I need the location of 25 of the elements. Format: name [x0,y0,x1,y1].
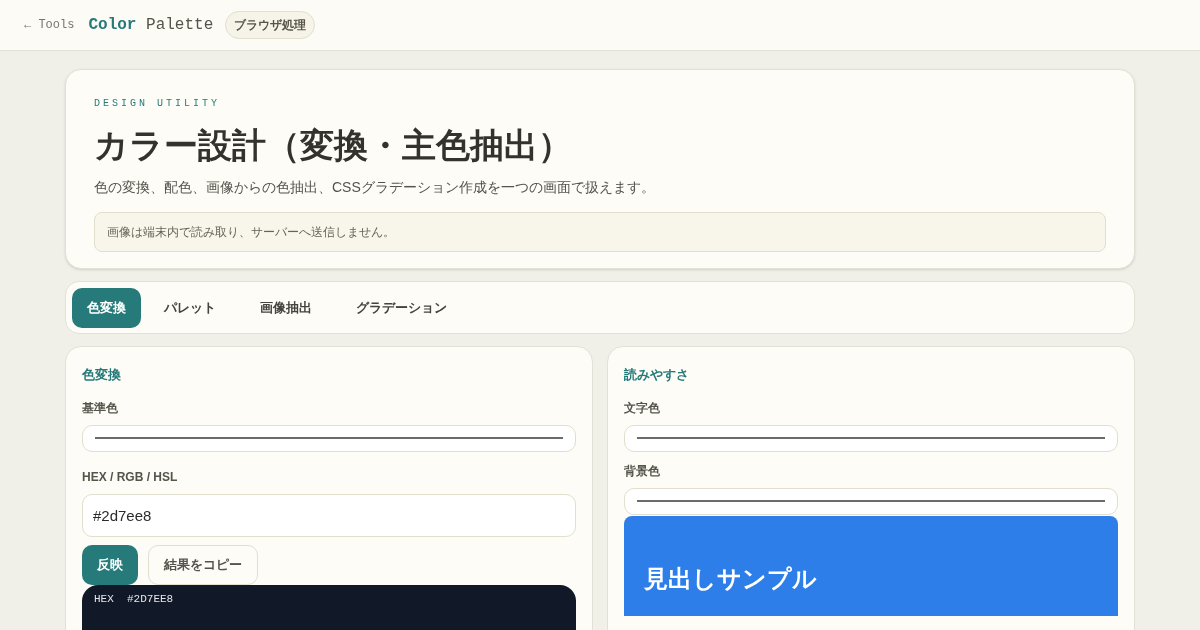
eyebrow-text: DESIGN UTILITY [94,97,221,111]
copy-button[interactable]: 結果をコピー [148,544,258,585]
input-field[interactable]: #2d7ee8 [82,493,576,537]
output-text: HEX #2D7EE8 [94,591,175,607]
panel-heading: 色変換 [82,366,122,384]
color-picker[interactable] [624,424,1118,452]
tab[interactable]: パレット [143,287,237,328]
app-title: Color Palette [88,15,214,36]
mode-badge: ブラウザ処理 [225,11,316,39]
field-label: 背景色 [624,462,661,480]
field-label: 基準色 [82,399,119,417]
tab[interactable]: グラデーション [335,287,468,328]
field-label: 文字色 [624,399,661,417]
field-label: HEX / RGB / HSL [82,468,179,486]
tab[interactable]: 画像抽出 [239,287,333,328]
apply-button[interactable]: 反映 [82,544,138,585]
description-text: 色の変換、配色、画像からの色抽出、CSSグラデーション作成を一つの画面で扱えます。 [94,178,656,197]
sample-heading: 見出しサンプル [644,563,818,594]
page-title: カラー設計（変換・主色抽出） [94,125,573,166]
panel-heading: 読みやすさ [624,366,690,384]
back-link[interactable]: ← Tools [24,16,75,34]
privacy-notice: 画像は端末内で読み取り、サーバーへ送信しません。 [94,212,1106,252]
color-picker[interactable] [82,424,576,452]
color-picker[interactable] [624,487,1118,515]
tab[interactable]: 色変換 [72,287,141,328]
